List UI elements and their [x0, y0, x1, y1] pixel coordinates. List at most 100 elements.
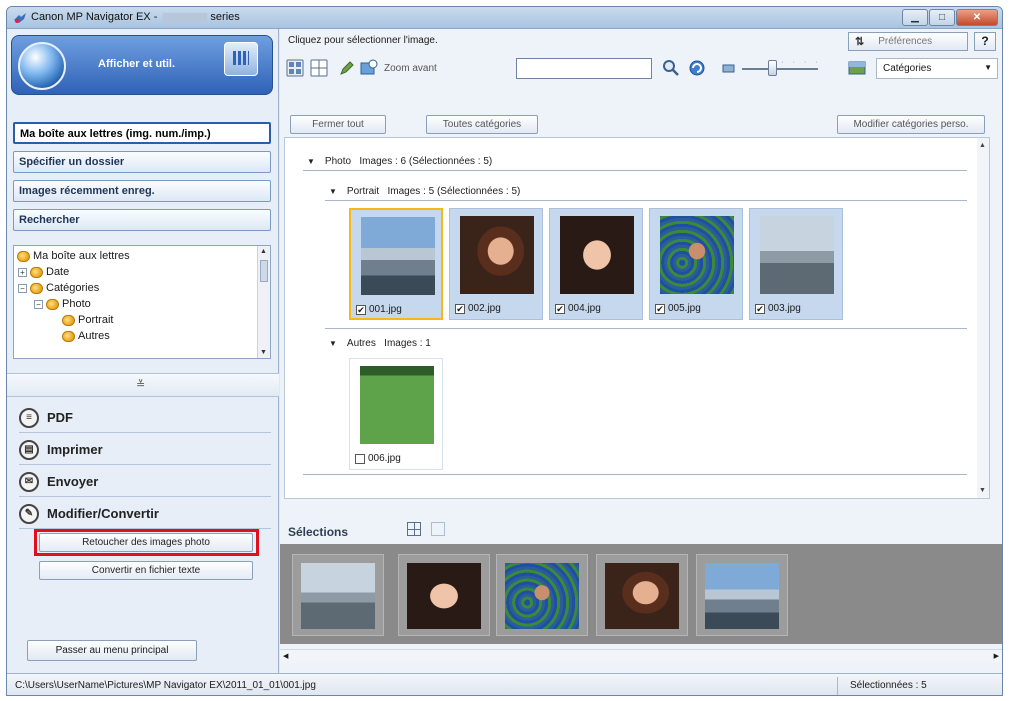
tree-scrollbar[interactable]: ▲ ▼	[257, 246, 270, 358]
thumbnail-checkbox[interactable]: ✔	[755, 303, 765, 314]
group-autres-header[interactable]: ▼ Autres Images : 1	[329, 338, 431, 349]
group-photo-header[interactable]: ▼ Photo Images : 6 (Sélectionnées : 5)	[307, 156, 492, 167]
action-label: Envoyer	[47, 474, 99, 489]
thumbnail-checkbox[interactable]: ✔	[356, 304, 366, 315]
selected-thumbnail[interactable]	[292, 554, 384, 636]
action-edit-convert[interactable]: ✎ Modifier/Convertir	[19, 499, 271, 529]
grid-view-icon[interactable]	[310, 59, 328, 77]
thumbnail-checkbox[interactable]	[355, 453, 365, 464]
thumbnail-checkbox[interactable]: ✔	[455, 303, 465, 314]
tree-item-photo[interactable]: − Photo	[34, 297, 91, 311]
action-pdf[interactable]: ≡ PDF	[19, 403, 271, 433]
thumbnail-view-icon[interactable]	[286, 59, 304, 77]
selections-scrollbar[interactable]: ◀ ▶	[280, 649, 1002, 663]
search-input[interactable]	[516, 58, 652, 79]
folder-icon	[62, 330, 75, 342]
status-bar: C:\Users\UserName\Pictures\MP Navigator …	[7, 673, 1002, 695]
selected-thumbnail[interactable]	[398, 554, 490, 636]
convert-to-text-button[interactable]: Convertir en fichier texte	[39, 561, 253, 580]
nav-mailbox[interactable]: Ma boîte aux lettres (img. num./imp.)	[13, 122, 271, 144]
minimize-button[interactable]: ▁	[902, 9, 928, 26]
selected-thumbnail[interactable]	[596, 554, 688, 636]
refresh-icon[interactable]	[688, 59, 706, 77]
maximize-button[interactable]: □	[929, 9, 955, 26]
photo-thumbnail	[660, 216, 734, 294]
large-thumbnail-icon[interactable]	[848, 59, 866, 77]
close-button[interactable]: ✕	[956, 9, 998, 26]
group-divider	[303, 170, 967, 171]
selected-thumbnail[interactable]	[696, 554, 788, 636]
tree-item-portrait[interactable]: Portrait	[62, 313, 113, 327]
thumbnail-card[interactable]: 006.jpg	[349, 358, 443, 470]
tree-item-mailbox[interactable]: Ma boîte aux lettres	[17, 249, 130, 263]
collapse-triangle-icon[interactable]: ▼	[307, 157, 315, 166]
view-use-header[interactable]: Afficher et util.	[11, 35, 273, 95]
actions-toggle[interactable]: ≚	[7, 373, 279, 397]
nav-recent-images[interactable]: Images récemment enreg.	[13, 180, 271, 202]
thumbnail-checkbox[interactable]: ✔	[555, 303, 565, 314]
chevron-down-icon[interactable]: ▼	[984, 63, 992, 72]
group-stats: Images : 5 (Sélectionnées : 5)	[387, 186, 521, 197]
single-view-icon[interactable]	[431, 522, 445, 536]
thumbnail-checkbox[interactable]: ✔	[655, 303, 665, 314]
thumbnail-caption: ✔ 003.jpg	[755, 303, 801, 314]
scroll-thumb[interactable]	[260, 260, 268, 282]
photo-thumbnail	[361, 217, 435, 295]
size-slider-thumb[interactable]	[768, 60, 777, 76]
scroll-right-icon[interactable]: ▶	[994, 652, 999, 660]
selections-tray[interactable]	[280, 544, 1002, 644]
zoom-in-label[interactable]: Zoom avant	[384, 63, 437, 74]
edit-icon[interactable]	[338, 59, 356, 77]
nav-search[interactable]: Rechercher	[13, 209, 271, 231]
group-portrait-header[interactable]: ▼ Portrait Images : 5 (Sélectionnées : 5)	[329, 186, 520, 197]
thumbnail-card[interactable]: ✔ 005.jpg	[649, 208, 743, 320]
tree-item-date[interactable]: + Date	[18, 265, 69, 279]
chevron-down-icon[interactable]: ≚	[136, 378, 145, 391]
scroll-down-icon[interactable]: ▼	[979, 487, 986, 494]
nav-specify-folder[interactable]: Spécifier un dossier	[13, 151, 271, 173]
size-slider-track[interactable]	[742, 68, 818, 70]
tree-item-autres[interactable]: Autres	[62, 329, 110, 343]
folder-tree[interactable]: Ma boîte aux lettres + Date − Catégories…	[13, 245, 271, 359]
group-divider	[303, 474, 967, 475]
status-separator	[837, 677, 838, 695]
thumbnail-filename: 003.jpg	[768, 303, 801, 314]
action-send[interactable]: ✉ Envoyer	[19, 467, 271, 497]
content-scrollbar[interactable]: ▲ ▼	[977, 138, 989, 498]
help-button[interactable]: ?	[974, 32, 996, 51]
grid-view-icon[interactable]	[407, 522, 421, 536]
category-select[interactable]: Catégories ▼	[876, 58, 998, 79]
main-menu-button[interactable]: Passer au menu principal	[27, 640, 197, 661]
scroll-down-icon[interactable]: ▼	[260, 349, 267, 356]
thumbnail-pane[interactable]: ▼ Photo Images : 6 (Sélectionnées : 5) ▼ P…	[284, 137, 990, 499]
scroll-up-icon[interactable]: ▲	[979, 142, 986, 149]
thumbnail-card[interactable]: ✔ 001.jpg	[349, 208, 443, 320]
collapse-triangle-icon[interactable]: ▼	[329, 339, 337, 348]
toolbar: Zoom avant ····· Catégories ▼	[280, 55, 1002, 83]
modify-categories-button[interactable]: Modifier catégories perso.	[837, 115, 985, 134]
preferences-button[interactable]: ⇅ Préférences	[848, 32, 968, 51]
zoom-in-image-icon[interactable]	[360, 59, 378, 77]
tree-item-categories[interactable]: − Catégories	[18, 281, 99, 295]
scroll-up-icon[interactable]: ▲	[260, 248, 267, 255]
thumbnail-caption: ✔ 002.jpg	[455, 303, 501, 314]
close-all-button[interactable]: Fermer tout	[290, 115, 386, 134]
collapse-triangle-icon[interactable]: ▼	[329, 187, 337, 196]
group-button-row: Fermer tout Toutes catégories Modifier c…	[280, 115, 1002, 139]
scroll-left-icon[interactable]: ◀	[283, 652, 288, 660]
all-categories-button[interactable]: Toutes catégories	[426, 115, 538, 134]
small-thumbnail-icon[interactable]	[720, 59, 738, 77]
thumbnail-card[interactable]: ✔ 002.jpg	[449, 208, 543, 320]
collapse-icon[interactable]: −	[18, 283, 27, 293]
thumbnail-card[interactable]: ✔ 004.jpg	[549, 208, 643, 320]
expand-icon[interactable]: +	[18, 267, 27, 277]
selections-header: Sélections	[280, 516, 1002, 544]
thumbnail-card[interactable]: ✔ 003.jpg	[749, 208, 843, 320]
collapse-icon[interactable]: −	[34, 299, 43, 309]
selected-thumbnail[interactable]	[496, 554, 588, 636]
action-print[interactable]: ▤ Imprimer	[19, 435, 271, 465]
view-use-label: Afficher et util.	[98, 58, 176, 70]
redacted-model	[163, 12, 208, 22]
thumbnail-filename: 005.jpg	[668, 303, 701, 314]
search-icon[interactable]	[662, 59, 680, 77]
